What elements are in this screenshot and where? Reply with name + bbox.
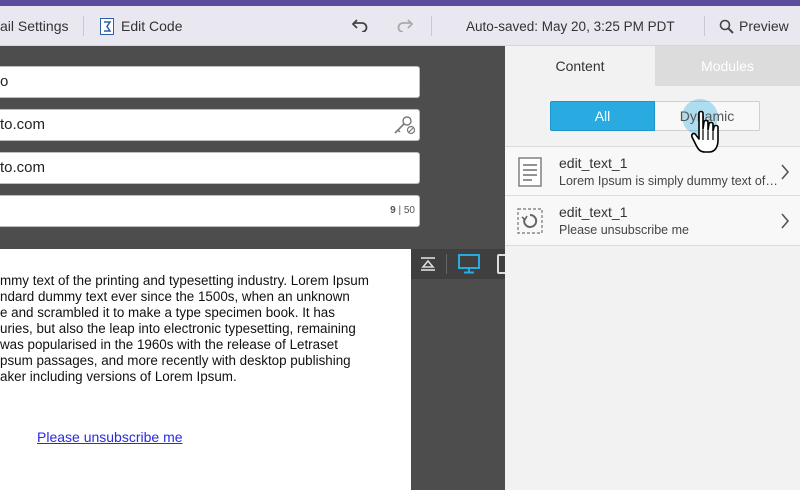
hand-cursor-icon (690, 110, 722, 158)
filter-all-button[interactable]: All (550, 101, 655, 131)
subject-field[interactable]: 9 | 50 (0, 195, 420, 227)
reply-to-value: to.com (0, 159, 46, 176)
list-item[interactable]: edit_text_1 Please unsubscribe me (505, 196, 800, 246)
body-line: was popularised in the 1960s with the re… (0, 337, 338, 352)
undo-button[interactable] (351, 6, 368, 46)
email-settings-button[interactable]: ail Settings (0, 6, 68, 46)
editor-toolbar: ail Settings Edit Code Auto-saved: May 2… (0, 6, 800, 46)
item-subtitle: Please unsubscribe me (559, 223, 689, 237)
content-panel: Content Modules All Dynamic edit_text_1 … (505, 46, 800, 490)
preview-body-text[interactable]: mmy text of the printing and typesetting… (0, 273, 400, 385)
collapse-top-icon[interactable] (420, 256, 436, 272)
dynamic-content-icon (517, 208, 543, 234)
edit-code-label: Edit Code (121, 18, 183, 34)
item-title: edit_text_1 (559, 155, 628, 171)
tab-content[interactable]: Content (505, 46, 655, 86)
item-title: edit_text_1 (559, 204, 628, 220)
redo-icon (397, 18, 414, 35)
email-settings-label: ail Settings (0, 18, 69, 34)
document-icon (518, 157, 542, 187)
char-counter: 9 | 50 (390, 196, 415, 226)
chevron-right-icon (780, 163, 790, 181)
from-name-value: o (0, 73, 9, 90)
from-address-value: to.com (0, 116, 46, 133)
from-address-field[interactable]: to.com (0, 109, 420, 141)
redo-button[interactable] (397, 6, 414, 46)
chevron-right-icon (780, 212, 790, 230)
body-line: e and scrambled it to make a type specim… (0, 305, 335, 320)
char-count-separator: | (395, 205, 404, 216)
preview-label: Preview (739, 18, 789, 34)
email-preview: mmy text of the printing and typesetting… (0, 249, 411, 490)
tab-content-label: Content (555, 58, 605, 74)
key-token-icon[interactable] (392, 115, 416, 135)
device-toggle-bar (411, 249, 505, 279)
filter-all-label: All (594, 108, 611, 124)
tab-modules[interactable]: Modules (655, 46, 800, 86)
item-subtitle: Lorem Ipsum is simply dummy text of the … (559, 174, 779, 188)
from-name-field[interactable]: o (0, 66, 420, 98)
edit-code-button[interactable]: Edit Code (100, 6, 182, 46)
toolbar-divider (446, 254, 447, 274)
undo-icon (351, 18, 368, 35)
code-file-icon (100, 17, 114, 35)
toolbar-divider (83, 16, 84, 36)
unsubscribe-link[interactable]: Please unsubscribe me (37, 429, 183, 445)
mobile-view-icon[interactable] (497, 254, 505, 274)
body-line: psum passages, and more recently with de… (0, 353, 351, 368)
preview-button[interactable]: Preview (719, 6, 789, 46)
body-line: mmy text of the printing and typesetting… (0, 273, 369, 288)
toolbar-divider (704, 16, 705, 36)
reply-to-field[interactable]: to.com (0, 152, 420, 184)
char-count-max: 50 (403, 205, 415, 216)
magnifier-icon (719, 19, 734, 34)
desktop-view-icon[interactable] (458, 254, 482, 274)
body-line: ndard dummy text ever since the 1500s, w… (0, 289, 350, 304)
body-line: uries, but also the leap into electronic… (0, 321, 356, 336)
body-line: aker including versions of Lorem Ipsum. (0, 369, 237, 384)
toolbar-divider (431, 16, 432, 36)
tab-modules-label: Modules (701, 58, 754, 74)
autosave-status: Auto-saved: May 20, 3:25 PM PDT (466, 18, 675, 34)
list-item[interactable]: edit_text_1 Lorem Ipsum is simply dummy … (505, 146, 800, 196)
